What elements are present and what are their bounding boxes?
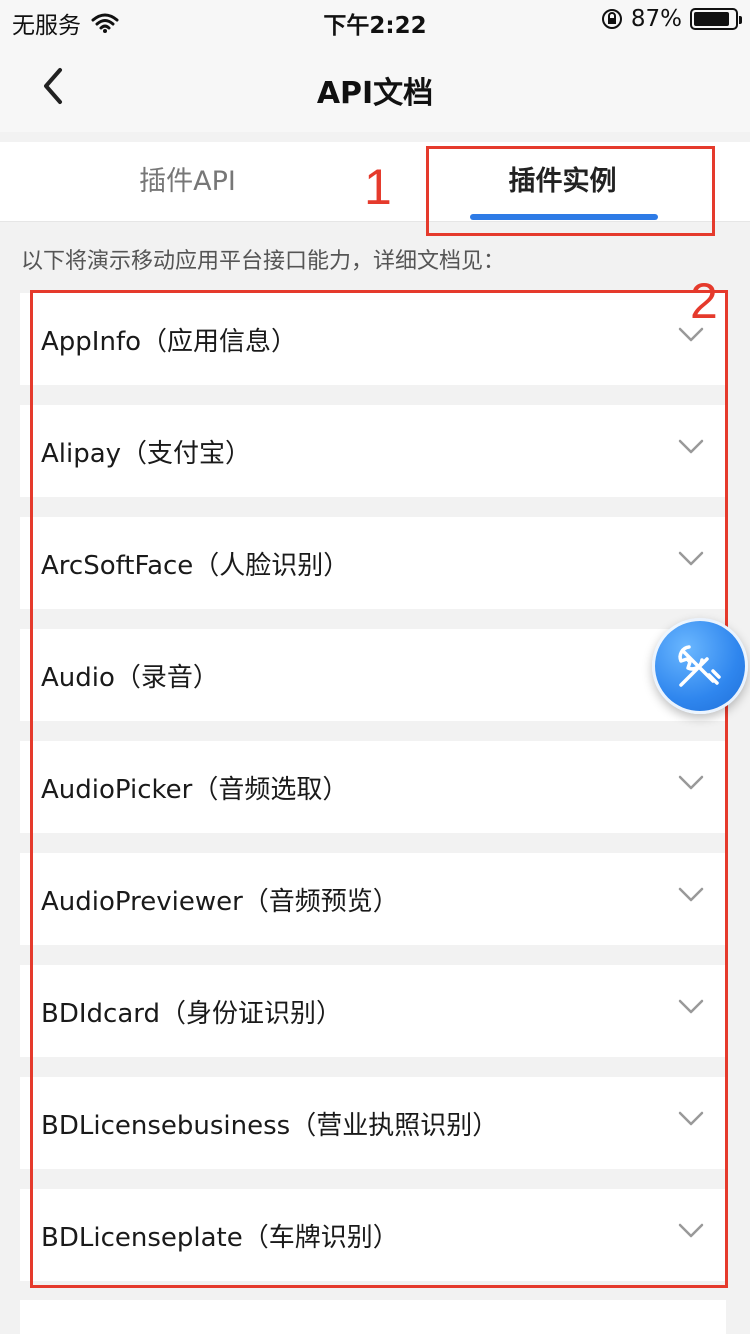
tab-plugin-api[interactable]: 插件API	[0, 142, 375, 222]
list-bottom-strip	[20, 1300, 726, 1334]
tools-fab-button[interactable]	[652, 618, 748, 714]
annotation-marker-2: 2	[690, 273, 718, 329]
annotation-marker-1: 1	[364, 159, 392, 215]
page-title: API文档	[316, 76, 434, 111]
nav-bar: API文档	[0, 40, 750, 132]
battery-fill	[694, 12, 729, 26]
intro-text: 以下将演示移动应用平台接口能力，详细文档见：	[21, 249, 506, 274]
rotation-lock-icon	[601, 9, 622, 29]
screen: 无服务 下午2:22 87% API文档 插件API 插件实例 1 以下将演示移…	[0, 0, 750, 1334]
status-bar: 无服务 下午2:22 87%	[0, 0, 750, 40]
tools-icon	[678, 645, 721, 687]
annotation-box-1	[426, 146, 715, 236]
battery-icon	[690, 8, 742, 30]
annotation-box-2	[30, 290, 728, 1288]
battery-percent: 87%	[630, 6, 682, 32]
status-right: 87%	[601, 6, 742, 32]
